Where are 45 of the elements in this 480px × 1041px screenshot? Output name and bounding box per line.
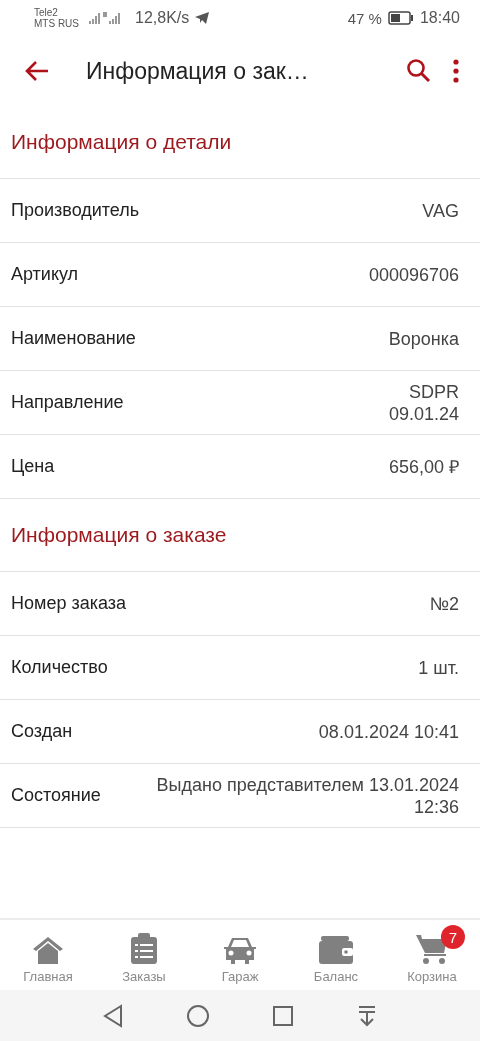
- home-nav-icon[interactable]: [186, 1003, 210, 1028]
- nav-tab[interactable]: Заказы: [96, 920, 192, 990]
- field-value: №2: [429, 592, 459, 615]
- nav-tab[interactable]: 7 Корзина: [384, 920, 480, 990]
- house-icon: [31, 935, 65, 965]
- car-icon: [221, 935, 259, 965]
- field-label: Состояние: [11, 785, 101, 806]
- battery-percent: 47 %: [347, 9, 382, 27]
- network-speed: 12,8K/s: [135, 9, 190, 27]
- field-value: 08.01.2024 10:41: [318, 720, 459, 743]
- carrier-names: Tele2 MTS RUS: [34, 7, 79, 29]
- search-icon: [406, 58, 432, 84]
- clipboard-icon: [130, 933, 158, 965]
- cart-icon: [415, 933, 449, 965]
- section-title: Информация о заказе: [11, 523, 227, 547]
- notification-pull-icon[interactable]: [356, 1004, 378, 1027]
- field-label: Цена: [11, 456, 55, 477]
- field-value: 656,00 ₽: [388, 455, 459, 478]
- field-label: Артикул: [11, 264, 79, 285]
- field-value: SDPR 09.01.24: [388, 380, 459, 425]
- recents-nav-icon[interactable]: [272, 1004, 294, 1027]
- screen-title: Информация о зак…: [86, 57, 310, 85]
- more-dots-icon: [452, 59, 460, 83]
- field-label: Создан: [11, 721, 73, 742]
- section-title: Информация о детали: [11, 130, 232, 154]
- nav-tab[interactable]: Баланс: [288, 920, 384, 990]
- nav-tab[interactable]: Главная: [0, 920, 96, 990]
- field-label: Направление: [11, 392, 124, 413]
- field-value: Выдано представителем 13.01.2024 12:36: [156, 773, 459, 818]
- battery-icon: [387, 11, 414, 25]
- back-arrow-icon: [24, 60, 50, 82]
- field-label: Наименование: [11, 328, 136, 349]
- clock: 18:40: [419, 9, 460, 27]
- field-label: Номер заказа: [11, 593, 126, 614]
- field-value: 1 шт.: [418, 656, 459, 679]
- field-label: Производитель: [11, 200, 140, 221]
- field-value: Воронка: [388, 327, 459, 350]
- field-value: VAG: [422, 199, 459, 222]
- cart-count-badge: 7: [441, 925, 465, 949]
- nav-tab[interactable]: Гараж: [192, 920, 288, 990]
- field-label: Количество: [11, 657, 108, 678]
- field-value: 000096706: [368, 263, 459, 286]
- back-nav-icon[interactable]: [102, 1003, 124, 1028]
- telegram-icon: [195, 12, 210, 24]
- wallet-icon: [318, 935, 354, 965]
